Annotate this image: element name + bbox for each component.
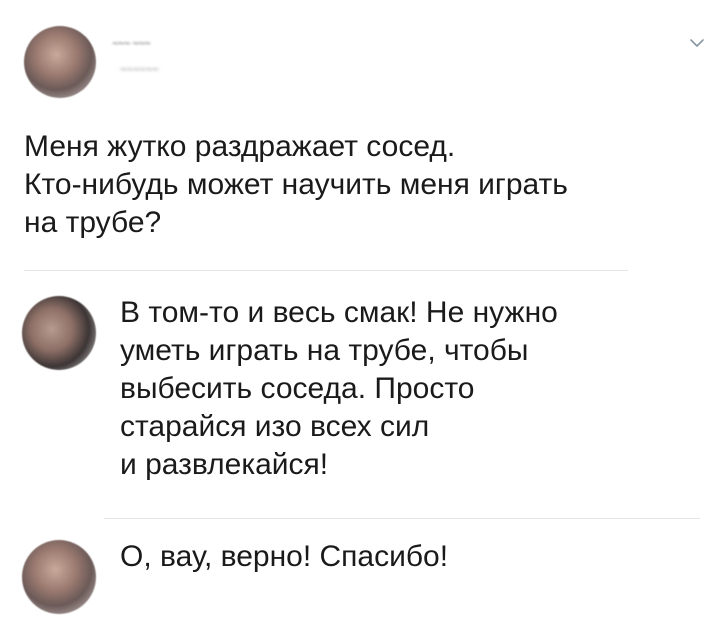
reply-avatar[interactable] bbox=[22, 296, 96, 370]
reply-avatar[interactable] bbox=[22, 540, 96, 614]
divider bbox=[24, 270, 628, 271]
chevron-down-icon[interactable] bbox=[688, 34, 706, 52]
tweet-text: Меня жутко раздражает сосед. Кто-нибудь … bbox=[24, 130, 568, 239]
author-name[interactable]: ~~~ ~~~ bbox=[112, 38, 151, 50]
author-handle[interactable]: ~~~~~~ bbox=[120, 64, 159, 76]
author-avatar[interactable] bbox=[24, 26, 96, 98]
divider bbox=[104, 518, 700, 519]
reply-text: В том-то и весь смак! Не нужно уметь игр… bbox=[120, 296, 558, 481]
tweet-header: ~~~ ~~~ ~~~~~~ bbox=[0, 0, 728, 110]
reply-text: О, вау, верно! Спасибо! bbox=[120, 540, 449, 573]
